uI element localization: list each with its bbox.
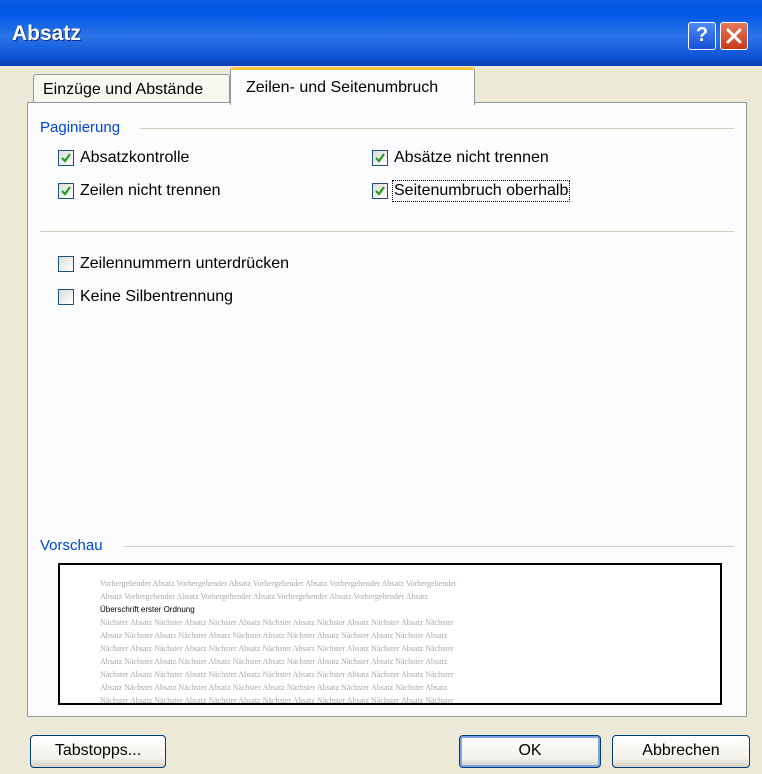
checkmark-icon [61,153,71,163]
preview-group-label: Vorschau [40,537,107,554]
cancel-button[interactable]: Abbrechen [612,735,750,768]
close-button[interactable] [720,22,748,50]
tab-panel: Paginierung Absatzkontrolle Zeilen nicht… [27,102,747,717]
checkbox-label: Keine Silbentrennung [80,288,234,305]
checkmark-icon [375,153,385,163]
preview-next-line: Nächster Absatz Nächster Absatz Nächster… [100,696,454,705]
close-icon [726,28,742,44]
checkbox-label: Zeilen nicht trennen [80,182,221,199]
tab-line-page-breaks[interactable]: Zeilen- und Seitenumbruch [230,67,475,105]
checkbox-box [58,183,74,199]
checkbox-box [58,289,74,305]
checkmark-icon [375,186,385,196]
tabs-button[interactable]: Tabstopps... [30,735,166,768]
title-bar[interactable]: Absatz ? [0,0,762,66]
divider [124,546,734,547]
button-label: Abbrechen [642,742,720,759]
dialog-title: Absatz [12,22,81,45]
preview-next-line: Absatz Nächster Absatz Nächster Absatz N… [100,657,448,666]
divider [140,128,734,129]
checkbox-label: Zeilennummern unterdrücken [80,255,289,272]
preview-box: Vorhergehender Absatz Vorhergehender Abs… [58,563,722,705]
preview-text: Vorhergehender Absatz Vorhergehender Abs… [100,577,620,705]
button-label: Tabstopps... [54,742,142,759]
ok-button[interactable]: OK [459,735,601,768]
tab-label: Einzüge und Abstände [43,81,204,98]
tab-label: Zeilen- und Seitenumbruch [246,79,439,96]
checkbox-box [58,150,74,166]
preview-previous-line: Vorhergehender Absatz Vorhergehender Abs… [100,579,457,588]
preview-next-line: Absatz Nächster Absatz Nächster Absatz N… [100,683,448,692]
tab-strip: Einzüge und Abstände Zeilen- und Seitenu… [0,64,762,106]
checkbox-label: Seitenumbruch oberhalb [391,180,571,202]
checkmark-icon [61,186,71,196]
preview-next-line: Nächster Absatz Nächster Absatz Nächster… [100,644,454,653]
preview-next-line: Nächster Absatz Nächster Absatz Nächster… [100,618,454,627]
preview-previous-line: Absatz Vorhergehender Absatz Vorhergehen… [100,592,428,601]
checkbox-label: Absätze nicht trennen [394,149,549,166]
preview-current-paragraph: Überschrift erster Ordnung [100,605,195,614]
help-button[interactable]: ? [688,22,716,50]
preview-next-line: Absatz Nächster Absatz Nächster Absatz N… [100,631,448,640]
button-label: OK [518,742,542,759]
checkbox-label: Absatzkontrolle [80,149,190,166]
divider [40,231,734,232]
dialog-window: Absatz ? Einzüge und Abstände Zeilen- un… [0,0,762,774]
preview-next-line: Nächster Absatz Nächster Absatz Nächster… [100,670,454,679]
checkbox-box [58,256,74,272]
pagination-group-label: Paginierung [40,119,125,136]
checkbox-box [372,150,388,166]
checkbox-box [372,183,388,199]
help-icon: ? [695,24,709,46]
